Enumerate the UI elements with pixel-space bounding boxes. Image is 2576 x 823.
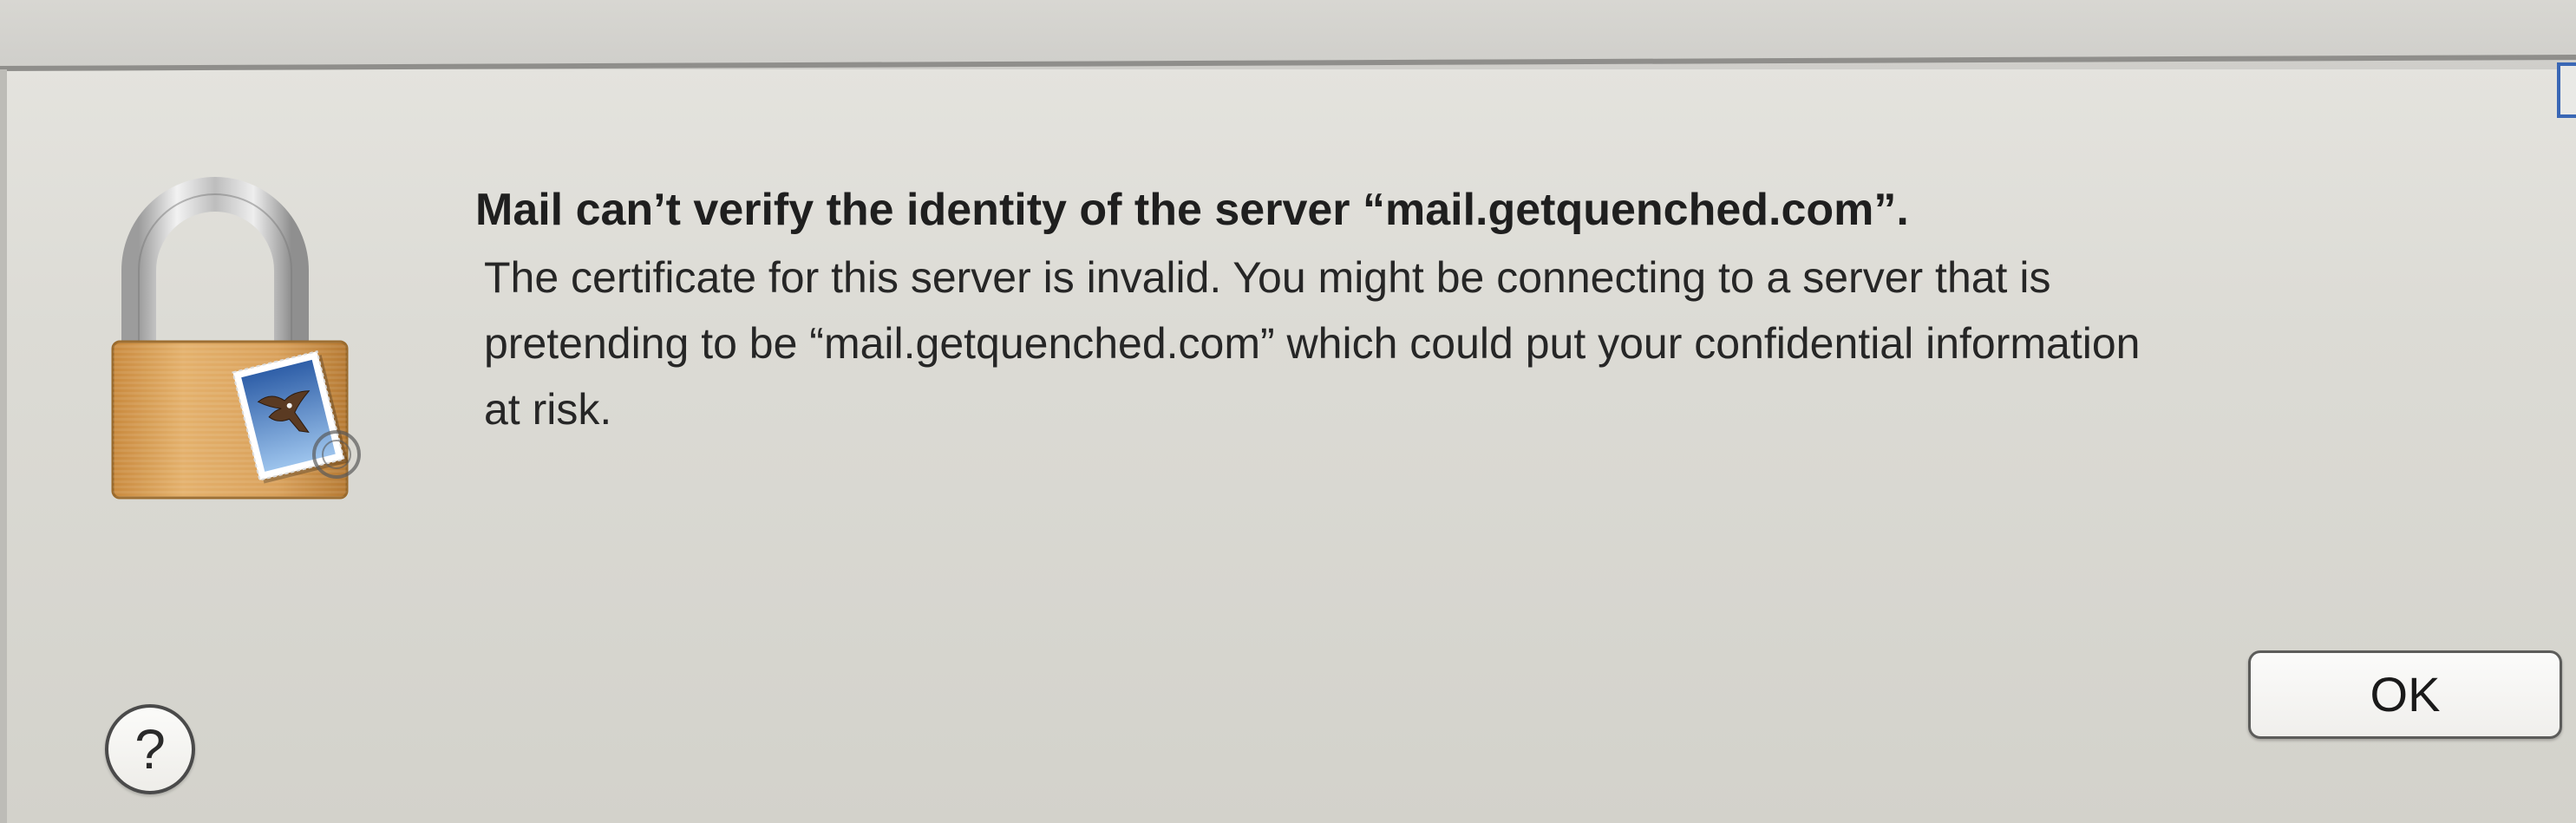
dialog-left-border: [0, 69, 7, 823]
alert-message-line: pretending to be “mail.getquenched.com” …: [484, 319, 2141, 368]
alert-message: The certificate for this server is inval…: [484, 245, 2566, 442]
mail-lock-icon: [111, 177, 361, 500]
ok-button[interactable]: OK: [2248, 650, 2562, 739]
help-button[interactable]: ?: [105, 704, 195, 794]
certificate-alert-dialog: Mail can’t verify the identity of the se…: [7, 71, 2576, 823]
alert-message-line: The certificate for this server is inval…: [484, 253, 2051, 302]
screen: Mail can’t verify the identity of the se…: [0, 0, 2576, 823]
alert-message-line: at risk.: [484, 385, 612, 434]
question-mark-icon: ?: [134, 718, 166, 781]
